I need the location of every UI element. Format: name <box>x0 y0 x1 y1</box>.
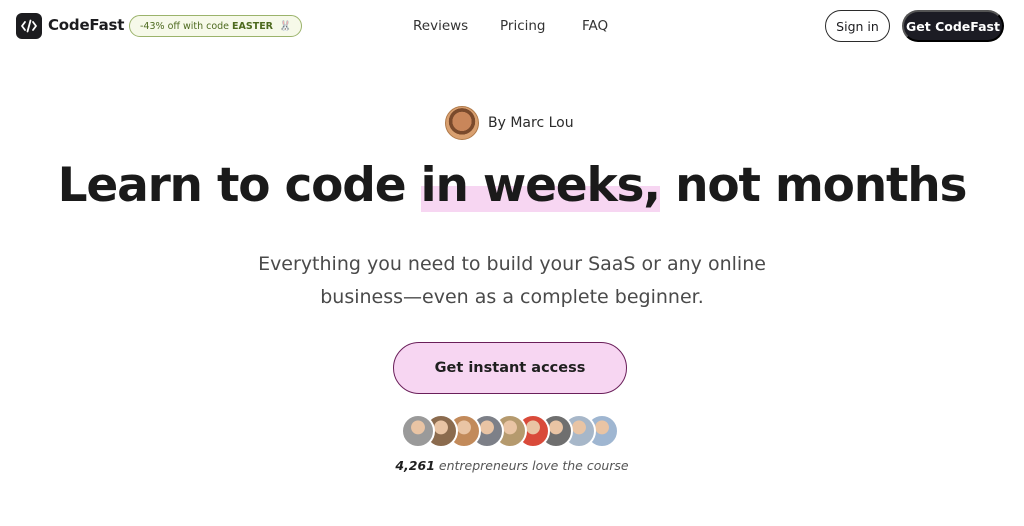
social-proof: 4,261 entrepreneurs love the course <box>0 458 1024 473</box>
subtitle-line-2: business—even as a complete beginner. <box>320 286 704 308</box>
customer-avatar-1 <box>401 414 435 448</box>
promo-code: EASTER <box>232 20 273 32</box>
bunny-icon: 🐰 <box>279 20 292 32</box>
subtitle-line-1: Everything you need to build your SaaS o… <box>258 253 766 275</box>
customer-count: 4,261 <box>395 458 435 473</box>
nav-faq[interactable]: FAQ <box>582 18 608 34</box>
site-header: CodeFast -43% off with code EASTER 🐰 Rev… <box>0 0 1024 54</box>
brand-name[interactable]: CodeFast <box>48 16 124 34</box>
customer-avatars <box>401 414 621 450</box>
social-proof-text: entrepreneurs love the course <box>438 458 629 473</box>
author-avatar <box>445 106 479 140</box>
promo-text: -43% off with code <box>140 20 230 32</box>
get-instant-access-button[interactable]: Get instant access <box>393 342 627 394</box>
get-codefast-button[interactable]: Get CodeFast <box>902 10 1004 42</box>
hero-subtitle: Everything you need to build your SaaS o… <box>0 248 1024 314</box>
headline-highlight: in weeks, <box>420 158 661 213</box>
nav-pricing[interactable]: Pricing <box>500 18 546 34</box>
author-name: By Marc Lou <box>488 115 574 131</box>
code-brackets-icon[interactable] <box>16 13 42 39</box>
promo-badge: -43% off with code EASTER 🐰 <box>129 15 303 37</box>
headline-part-2: not months <box>675 158 967 213</box>
sign-in-button[interactable]: Sign in <box>825 10 890 42</box>
nav-reviews[interactable]: Reviews <box>413 18 468 34</box>
hero-headline: Learn to code in weeks, not months <box>0 158 1024 213</box>
headline-part-1: Learn to code <box>57 158 407 213</box>
